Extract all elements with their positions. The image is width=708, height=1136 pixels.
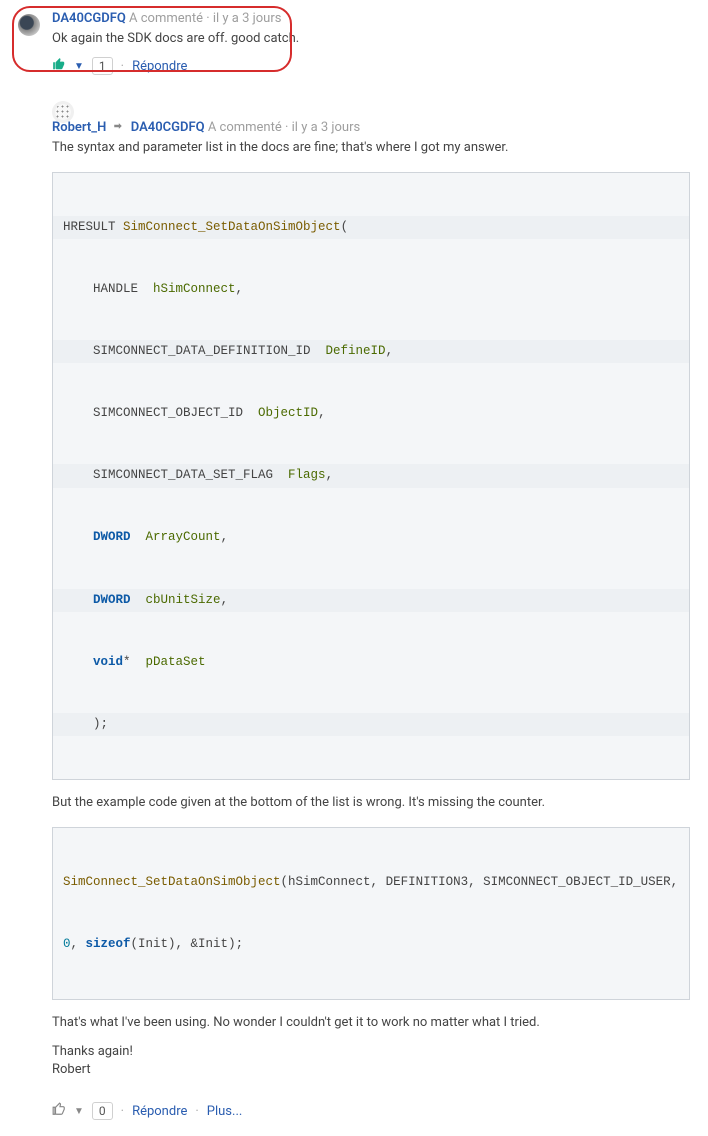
comment-body: Ok again the SDK docs are off. good catc… — [52, 30, 690, 49]
paragraph: The syntax and parameter list in the doc… — [52, 139, 690, 158]
code-block-syntax: HRESULT SimConnect_SetDataOnSimObject( H… — [52, 172, 690, 780]
signature: Robert — [52, 1061, 690, 1080]
reply-link[interactable]: Répondre — [132, 59, 187, 74]
vote-count: 0 — [92, 1102, 113, 1120]
separator: · — [285, 120, 288, 135]
paragraph: Thanks again! — [52, 1043, 690, 1062]
comment-actions: ▼ 1 · Répondre — [52, 57, 690, 75]
action-label: A commenté — [208, 120, 282, 135]
timestamp: il y a 3 jours — [213, 11, 282, 26]
timestamp: il y a 3 jours — [292, 120, 361, 135]
vote-caret-icon[interactable]: ▼ — [74, 1106, 84, 1117]
paragraph: But the example code given at the bottom… — [52, 794, 690, 813]
separator: · — [195, 1104, 198, 1119]
reply-to-user[interactable]: DA40CGDFQ — [131, 120, 205, 135]
reply-link[interactable]: Répondre — [132, 1104, 187, 1119]
thumbs-up-icon[interactable] — [52, 1102, 66, 1120]
thumbs-up-icon[interactable] — [52, 57, 66, 75]
paragraph: That's what I've been using. No wonder I… — [52, 1014, 690, 1033]
vote-caret-icon[interactable]: ▼ — [74, 61, 84, 72]
username-link[interactable]: DA40CGDFQ — [52, 11, 126, 26]
reply-arrow-icon — [112, 120, 127, 135]
avatar[interactable] — [18, 14, 40, 36]
avatar[interactable] — [52, 101, 74, 123]
comment-header: Robert_H DA40CGDFQ A commenté · il y a 3… — [52, 119, 690, 137]
comment-2: Robert_H DA40CGDFQ A commenté · il y a 3… — [18, 97, 690, 1120]
comment-header: DA40CGDFQ A commenté · il y a 3 jours — [52, 10, 690, 28]
comment-1: DA40CGDFQ A commenté · il y a 3 jours Ok… — [18, 10, 690, 75]
more-link[interactable]: Plus... — [207, 1104, 243, 1119]
separator: · — [206, 11, 209, 26]
code-block-example: SimConnect_SetDataOnSimObject(hSimConnec… — [52, 827, 690, 1000]
separator: · — [121, 1104, 124, 1119]
action-label: A commenté — [129, 11, 203, 26]
comment-actions: ▼ 0 · Répondre · Plus... — [52, 1102, 690, 1120]
vote-count: 1 — [92, 57, 113, 75]
separator: · — [121, 59, 124, 74]
comment-body: The syntax and parameter list in the doc… — [52, 139, 690, 1080]
